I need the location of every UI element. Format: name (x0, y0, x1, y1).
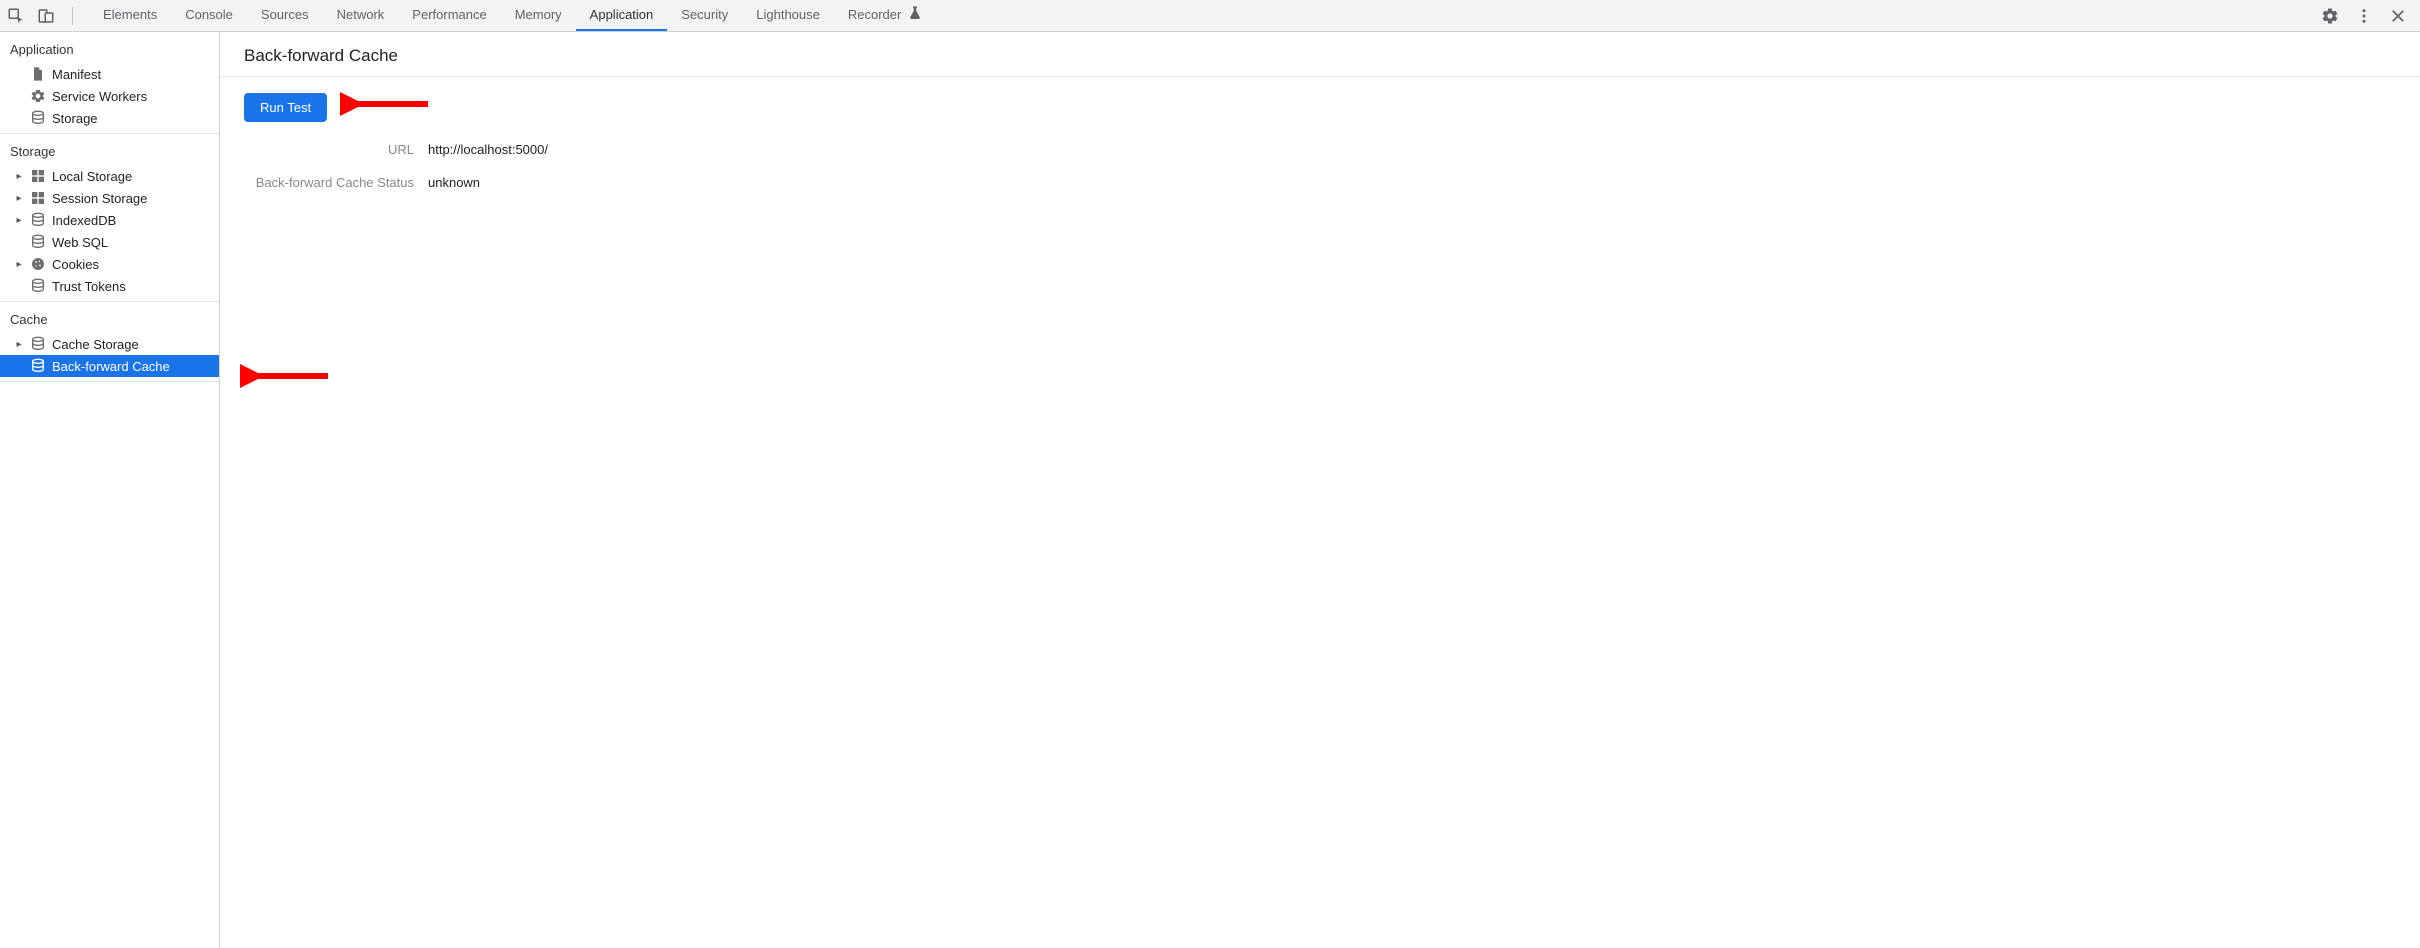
sidebar-section-cache: Cache ▸ Cache Storage ▸ Back-forward Cac… (0, 302, 219, 382)
tab-sources[interactable]: Sources (247, 0, 323, 31)
gear-icon (30, 88, 46, 104)
inspect-element-icon[interactable] (6, 6, 26, 26)
sidebar-item-label: Storage (52, 111, 98, 126)
toolbar-separator (72, 7, 73, 25)
sidebar-item-websql[interactable]: ▸ Web SQL (0, 231, 219, 253)
sidebar-item-cache-storage[interactable]: ▸ Cache Storage (0, 333, 219, 355)
sidebar-section-storage: Storage ▸ Local Storage ▸ Session Storag… (0, 134, 219, 302)
more-vert-icon[interactable] (2354, 6, 2374, 26)
disclosure-triangle-icon[interactable]: ▸ (14, 193, 24, 204)
sidebar-item-session-storage[interactable]: ▸ Session Storage (0, 187, 219, 209)
tab-memory[interactable]: Memory (501, 0, 576, 31)
sidebar-section-title: Cache (0, 306, 219, 333)
sidebar-item-label: Trust Tokens (52, 279, 126, 294)
devtools-toolbar: Elements Console Sources Network Perform… (0, 0, 2420, 32)
toggle-device-toolbar-icon[interactable] (36, 6, 56, 26)
disclosure-triangle-icon[interactable]: ▸ (14, 215, 24, 226)
database-icon (30, 110, 46, 126)
tab-elements[interactable]: Elements (89, 0, 171, 31)
sidebar-item-label: Session Storage (52, 191, 147, 206)
sidebar-item-label: Back-forward Cache (52, 359, 170, 374)
sidebar-item-cookies[interactable]: ▸ Cookies (0, 253, 219, 275)
sidebar-item-bfcache[interactable]: ▸ Back-forward Cache (0, 355, 219, 377)
sidebar-item-label: Cache Storage (52, 337, 139, 352)
database-icon (30, 336, 46, 352)
bfcache-status-value: unknown (428, 175, 2396, 190)
bfcache-status-table: URL http://localhost:5000/ Back-forward … (244, 142, 2396, 190)
url-value: http://localhost:5000/ (428, 142, 2396, 157)
database-icon (30, 234, 46, 250)
tab-recorder[interactable]: Recorder (834, 0, 937, 31)
settings-gear-icon[interactable] (2320, 6, 2340, 26)
panel-tabs: Elements Console Sources Network Perform… (89, 0, 937, 31)
sidebar-item-label: Service Workers (52, 89, 147, 104)
disclosure-triangle-icon[interactable]: ▸ (14, 339, 24, 350)
sidebar-section-title: Application (0, 36, 219, 63)
tab-security[interactable]: Security (667, 0, 742, 31)
tab-application[interactable]: Application (576, 0, 668, 31)
database-icon (30, 358, 46, 374)
grid-icon (30, 190, 46, 206)
sidebar-section-application: Application ▸ Manifest ▸ Service Workers… (0, 32, 219, 134)
run-test-button[interactable]: Run Test (244, 93, 327, 122)
tab-console[interactable]: Console (171, 0, 247, 31)
close-icon[interactable] (2388, 6, 2408, 26)
sidebar-item-label: Local Storage (52, 169, 132, 184)
disclosure-triangle-icon[interactable]: ▸ (14, 259, 24, 270)
sidebar-item-label: Cookies (52, 257, 99, 272)
url-label: URL (244, 142, 414, 157)
annotation-arrow-icon (240, 362, 330, 390)
database-icon (30, 278, 46, 294)
sidebar-item-label: Manifest (52, 67, 101, 82)
tab-performance[interactable]: Performance (398, 0, 500, 31)
disclosure-triangle-icon[interactable]: ▸ (14, 171, 24, 182)
tab-lighthouse[interactable]: Lighthouse (742, 0, 834, 31)
sidebar-item-storage-overview[interactable]: ▸ Storage (0, 107, 219, 129)
database-icon (30, 212, 46, 228)
sidebar-item-label: Web SQL (52, 235, 108, 250)
main-panel: Back-forward Cache Run Test URL http://l… (220, 32, 2420, 948)
application-sidebar: Application ▸ Manifest ▸ Service Workers… (0, 32, 220, 948)
flask-icon (907, 5, 923, 24)
sidebar-item-local-storage[interactable]: ▸ Local Storage (0, 165, 219, 187)
sidebar-item-service-workers[interactable]: ▸ Service Workers (0, 85, 219, 107)
sidebar-item-trust-tokens[interactable]: ▸ Trust Tokens (0, 275, 219, 297)
grid-icon (30, 168, 46, 184)
sidebar-item-manifest[interactable]: ▸ Manifest (0, 63, 219, 85)
sidebar-item-indexeddb[interactable]: ▸ IndexedDB (0, 209, 219, 231)
sidebar-section-title: Storage (0, 138, 219, 165)
bfcache-status-label: Back-forward Cache Status (244, 175, 414, 190)
cookie-icon (30, 256, 46, 272)
tab-network[interactable]: Network (323, 0, 399, 31)
file-icon (30, 66, 46, 82)
page-title: Back-forward Cache (220, 32, 2420, 77)
sidebar-item-label: IndexedDB (52, 213, 116, 228)
